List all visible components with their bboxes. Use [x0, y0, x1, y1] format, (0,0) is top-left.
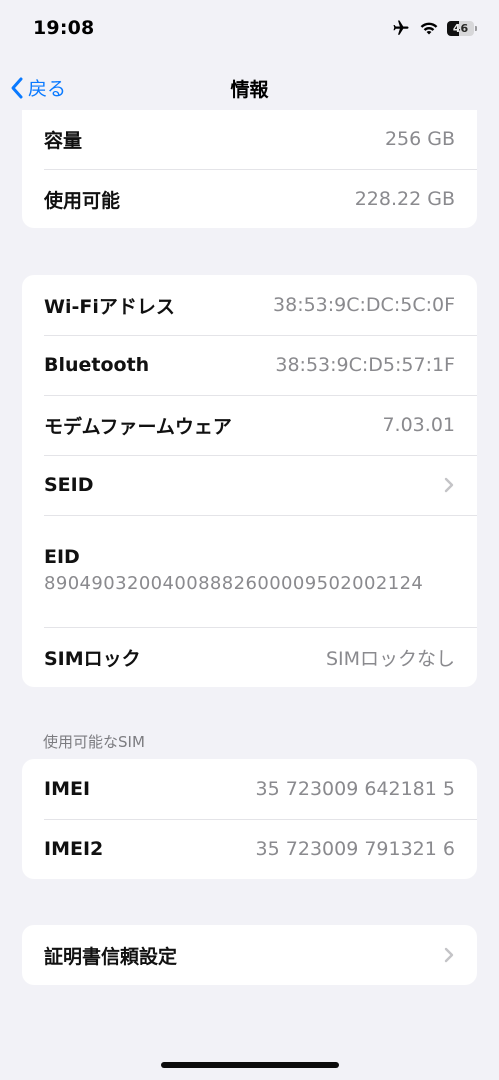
battery-level: 46 [452, 21, 469, 35]
eid-value: 89049032004008882600009502002124 [44, 572, 424, 594]
seid-row[interactable]: SEID [22, 455, 477, 515]
page-title: 情報 [230, 79, 269, 101]
battery-icon: 46 [447, 20, 474, 36]
eid-row: EID 89049032004008882600009502002124 [22, 515, 477, 627]
chevron-right-icon [444, 947, 454, 963]
bluetooth-label: Bluetooth [44, 354, 150, 376]
certificate-trust-settings-row[interactable]: 証明書信頼設定 [22, 925, 477, 985]
imei-label: IMEI [44, 778, 91, 800]
imei2-value: 35 723009 791321 6 [255, 838, 455, 860]
capacity-row: 容量 256 GB [22, 110, 477, 169]
storage-card: 容量 256 GB 使用可能 228.22 GB [22, 110, 477, 228]
imei2-row: IMEI2 35 723009 791321 6 [22, 819, 477, 879]
sim-section-header: 使用可能なSIM [43, 733, 145, 751]
wifi-address-row: Wi-Fiアドレス 38:53:9C:DC:5C:0F [22, 275, 477, 335]
capacity-value: 256 GB [384, 128, 455, 150]
imei-row: IMEI 35 723009 642181 5 [22, 759, 477, 819]
modem-firmware-label: モデムファームウェア [44, 415, 232, 438]
sim-lock-label: SIMロック [44, 647, 141, 670]
certificate-card: 証明書信頼設定 [22, 925, 477, 985]
sim-lock-row: SIMロック SIMロックなし [22, 627, 477, 687]
home-indicator[interactable] [161, 1062, 339, 1068]
bluetooth-row: Bluetooth 38:53:9C:D5:57:1F [22, 335, 477, 395]
wifi-address-label: Wi-Fiアドレス [44, 295, 175, 318]
available-value: 228.22 GB [354, 188, 455, 210]
sim-card: IMEI 35 723009 642181 5 IMEI2 35 723009 … [22, 759, 477, 879]
chevron-right-icon [444, 477, 454, 493]
eid-label: EID [44, 545, 80, 568]
available-label: 使用可能 [44, 189, 121, 212]
wifi-address-value: 38:53:9C:DC:5C:0F [273, 294, 455, 316]
status-time: 19:08 [33, 17, 95, 39]
wifi-icon [420, 22, 438, 34]
bluetooth-value: 38:53:9C:D5:57:1F [275, 354, 455, 376]
modem-firmware-value: 7.03.01 [382, 414, 455, 436]
battery-tip [475, 25, 477, 31]
seid-label: SEID [44, 474, 94, 496]
network-card: Wi-Fiアドレス 38:53:9C:DC:5C:0F Bluetooth 38… [22, 275, 477, 687]
sim-lock-value: SIMロックなし [325, 647, 455, 670]
capacity-label: 容量 [44, 129, 83, 152]
certificate-trust-settings-label: 証明書信頼設定 [44, 945, 178, 968]
modem-firmware-row: モデムファームウェア 7.03.01 [22, 395, 477, 455]
imei-value: 35 723009 642181 5 [255, 778, 455, 800]
airplane-icon [393, 20, 409, 35]
imei2-label: IMEI2 [44, 838, 104, 860]
available-row: 使用可能 228.22 GB [22, 169, 477, 228]
status-icons: 46 [391, 19, 477, 37]
